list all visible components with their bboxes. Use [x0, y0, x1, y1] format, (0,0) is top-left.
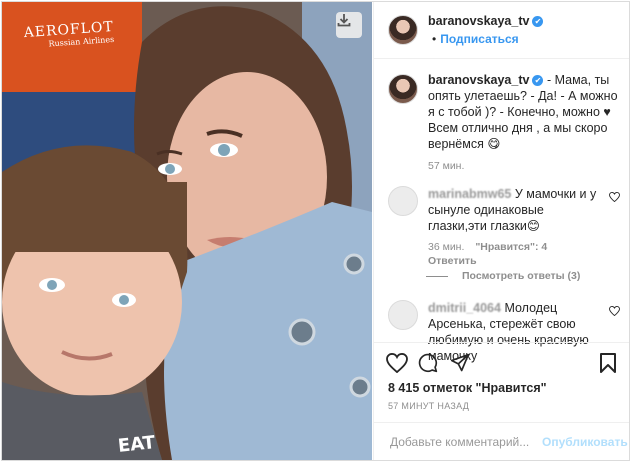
header-separator: •	[432, 32, 437, 46]
caption-time[interactable]: 57 мин.	[428, 160, 620, 172]
commenter-avatar[interactable]	[388, 300, 418, 330]
author-line: baranovskaya_tv ✔ • Подписаться	[428, 12, 629, 48]
caption-verified-icon: ✔	[532, 75, 544, 86]
save-image-button[interactable]	[336, 12, 362, 38]
verified-badge-icon: ✔	[532, 16, 544, 27]
author-avatar[interactable]	[388, 15, 418, 45]
download-icon	[337, 14, 351, 27]
caption-avatar[interactable]	[388, 74, 418, 104]
post-side-panel: baranovskaya_tv ✔• Подписаться baranovskay…	[373, 2, 629, 460]
comment-likes[interactable]: "Нравится": 4	[475, 241, 547, 253]
comment-meta: 36 мин. "Нравится": 4 Ответить	[428, 240, 602, 268]
instagram-post: AEROFLOT Russian Airlines EAT baranovska…	[1, 1, 630, 461]
bookmark-icon[interactable]	[600, 353, 616, 373]
add-comment-bar: Опубликовать	[374, 422, 629, 460]
caption-text: baranovskaya_tv ✔ - Мама, ты опять улетае…	[428, 72, 620, 152]
boy-shirt-print: EAT	[117, 432, 157, 457]
reply-button[interactable]: Ответить	[428, 255, 477, 267]
view-replies-button[interactable]: Посмотреть ответы (3)	[426, 270, 580, 282]
comment-item: marinabmw65 У мамочки и у сынуле одинако…	[388, 186, 620, 268]
like-comment-heart-icon[interactable]	[609, 192, 620, 202]
likes-count[interactable]: 8 415 отметок "Нравится"	[388, 381, 547, 395]
comment-time[interactable]: 36 мин.	[428, 241, 464, 253]
post-caption: baranovskaya_tv ✔ - Мама, ты опять улетае…	[388, 72, 620, 172]
add-comment-input[interactable]	[388, 434, 542, 450]
share-paperplane-icon[interactable]	[450, 353, 470, 373]
post-actions: 8 415 отметок "Нравится" 57 МИНУТ НАЗАД	[374, 342, 629, 411]
caption-body-2: Всем отлично дня , а мы скоро вернёмся 😋	[428, 121, 608, 151]
view-replies-label: Посмотреть ответы (3)	[462, 270, 581, 282]
commenter-username[interactable]: marinabmw65	[428, 187, 511, 201]
post-header: baranovskaya_tv ✔ • Подписаться	[374, 2, 629, 59]
author-username[interactable]: baranovskaya_tv	[428, 14, 529, 28]
caption-username[interactable]: baranovskaya_tv	[428, 73, 529, 87]
post-photo[interactable]: AEROFLOT Russian Airlines EAT	[2, 2, 372, 460]
publish-button[interactable]: Опубликовать	[542, 435, 628, 449]
comment-bubble-icon[interactable]	[418, 353, 438, 373]
commenter-avatar[interactable]	[388, 186, 418, 216]
post-timestamp[interactable]: 57 МИНУТ НАЗАД	[388, 401, 469, 411]
like-heart-icon[interactable]	[386, 353, 408, 373]
photo-illustration	[2, 2, 372, 460]
replies-divider	[426, 275, 448, 277]
follow-button[interactable]: Подписаться	[440, 32, 518, 46]
commenter-username[interactable]: dmitrii_4064	[428, 301, 501, 315]
like-comment-heart-icon[interactable]	[609, 306, 620, 316]
